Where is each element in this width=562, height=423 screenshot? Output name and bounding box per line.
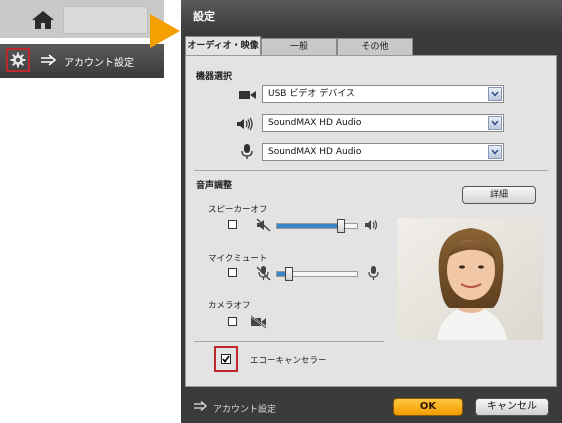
mini-toolbar-field [63,6,148,34]
speaker-loud-icon [364,218,380,232]
home-icon[interactable] [30,10,56,30]
arrow-right-icon [40,53,58,67]
echo-canceller-checkbox[interactable] [221,354,231,364]
section-divider [194,170,548,171]
mini-toolbar: アカウント設定 [0,0,164,80]
tab-content: 機器選択 USB ビデオ デバイス SoundMAX HD Audio Soun… [185,55,557,387]
chevron-down-icon[interactable] [488,87,502,101]
microphone-select[interactable]: SoundMAX HD Audio [262,143,504,161]
settings-dialog: 設定 オーディオ・映像 一般 その他 機器選択 USB ビデオ デバイス Sou… [181,0,562,423]
microphone-volume-thumb[interactable] [285,267,293,281]
speaker-icon [236,117,256,131]
speaker-volume-thumb[interactable] [337,219,345,233]
microphone-muted-icon [256,266,272,281]
speaker-volume-fill [277,224,341,228]
footer-account-settings-link[interactable]: アカウント設定 [213,402,276,415]
arrow-right-icon [193,400,209,412]
gear-icon[interactable] [6,48,30,72]
speaker-volume-slider[interactable] [276,219,358,233]
echo-canceller-label: エコーキャンセラー [250,356,327,366]
tab-other[interactable]: その他 [337,38,413,55]
audio-section-label: 音声調整 [196,181,233,191]
mic-mute-checkbox[interactable] [228,268,237,277]
echo-canceller-highlight [214,346,238,372]
speaker-muted-icon [256,218,272,232]
mic-mute-label: マイクミュート [208,254,268,264]
speaker-off-checkbox[interactable] [228,220,237,229]
speaker-select-value: SoundMAX HD Audio [268,118,362,128]
detail-button[interactable]: 詳細 [462,186,536,204]
speaker-select[interactable]: SoundMAX HD Audio [262,114,504,132]
ok-button[interactable]: OK [393,398,463,416]
dialog-titlebar: 設定 [181,0,562,30]
microphone-volume-slider[interactable] [276,267,358,281]
camera-select-value: USB ビデオ デバイス [268,89,355,99]
microphone-icon [366,266,382,280]
tab-general[interactable]: 一般 [261,38,337,55]
camera-muted-icon [250,315,267,329]
account-settings-link[interactable]: アカウント設定 [64,54,134,69]
mini-toolbar-top [0,0,164,38]
dialog-title: 設定 [193,10,215,23]
callout-arrow-icon [150,14,180,51]
microphone-icon [238,144,258,159]
section-divider [194,341,384,342]
mini-account-bar: アカウント設定 [0,44,164,78]
tab-bar: オーディオ・映像 一般 その他 [185,36,557,56]
speaker-off-label: スピーカーオフ [208,205,268,215]
microphone-select-value: SoundMAX HD Audio [268,147,362,157]
camera-preview [397,218,543,340]
video-camera-icon [238,88,258,102]
camera-off-label: カメラオフ [208,301,251,311]
chevron-down-icon[interactable] [488,116,502,130]
camera-off-checkbox[interactable] [228,317,237,326]
chevron-down-icon[interactable] [488,145,502,159]
device-section-label: 機器選択 [196,72,233,82]
tab-audio-video[interactable]: オーディオ・映像 [185,36,261,56]
camera-select[interactable]: USB ビデオ デバイス [262,85,504,103]
cancel-button[interactable]: キャンセル [475,398,549,416]
